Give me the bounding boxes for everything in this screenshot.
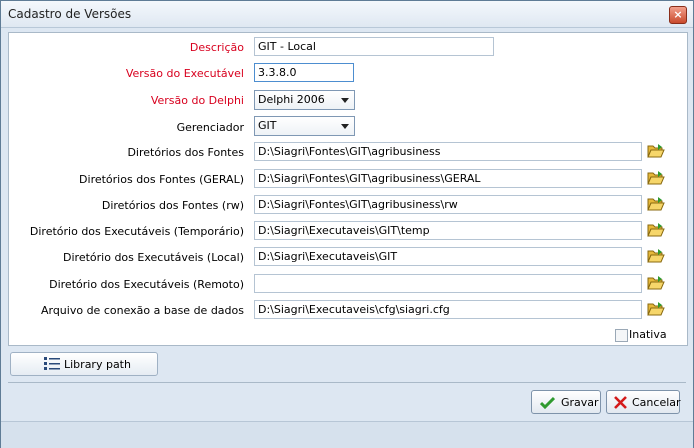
versao-delphi-select[interactable]: Delphi 2006 (254, 90, 355, 110)
arquivo-conexao-label: Arquivo de conexão a base de dados (40, 304, 244, 317)
dir-fontes-rw-label: Diretórios dos Fontes (rw) (101, 199, 244, 212)
gerenciador-value: GIT (258, 119, 277, 132)
inativa-label[interactable]: Inativa (629, 328, 667, 341)
dir-fontes-rw-input[interactable]: D:\Siagri\Fontes\GIT\agribusiness\rw (254, 195, 642, 214)
check-icon (540, 396, 555, 409)
status-bar (1, 421, 693, 448)
footer-divider (8, 382, 686, 383)
cancel-x-icon (614, 396, 627, 409)
folder-open-icon[interactable] (647, 196, 665, 212)
dir-exec-temp-input[interactable]: D:\Siagri\Executaveis\GIT\temp (254, 221, 642, 240)
versao-delphi-label: Versão do Delphi (150, 94, 244, 107)
close-icon: × (673, 8, 683, 21)
folder-open-icon[interactable] (647, 275, 665, 291)
chevron-down-icon (341, 124, 349, 129)
form-panel: Descrição GIT - Local Versão do Executáv… (8, 32, 688, 346)
title-bar[interactable]: Cadastro de Versões × (1, 1, 693, 28)
descricao-input[interactable]: GIT - Local (254, 37, 494, 56)
dir-fontes-label: Diretórios dos Fontes (127, 146, 244, 159)
inativa-checkbox[interactable] (615, 329, 628, 342)
versao-delphi-value: Delphi 2006 (258, 93, 325, 106)
dir-exec-remoto-input[interactable] (254, 274, 642, 293)
gravar-button[interactable]: Gravar (531, 390, 601, 414)
library-path-label: Library path (64, 358, 131, 371)
versao-executavel-input[interactable]: 3.3.8.0 (254, 63, 354, 82)
folder-open-icon[interactable] (647, 222, 665, 238)
folder-open-icon[interactable] (647, 301, 665, 317)
gravar-label: Gravar (561, 396, 599, 409)
cancelar-label: Cancelar (632, 396, 681, 409)
descricao-label: Descrição (189, 41, 244, 54)
dir-fontes-input[interactable]: D:\Siagri\Fontes\GIT\agribusiness (254, 142, 642, 161)
arquivo-conexao-input[interactable]: D:\Siagri\Executaveis\cfg\siagri.cfg (254, 300, 642, 319)
chevron-down-icon (341, 98, 349, 103)
gerenciador-label: Gerenciador (176, 121, 244, 134)
gerenciador-select[interactable]: GIT (254, 116, 355, 136)
window: Cadastro de Versões × Descrição GIT - Lo… (0, 0, 694, 448)
window-title: Cadastro de Versões (8, 7, 132, 21)
dir-exec-local-label: Diretório dos Executáveis (Local) (63, 251, 244, 264)
library-path-button[interactable]: Library path (10, 352, 158, 376)
cancelar-button[interactable]: Cancelar (606, 390, 681, 414)
dir-exec-local-input[interactable]: D:\Siagri\Executaveis\GIT (254, 247, 642, 266)
dir-exec-remoto-label: Diretório dos Executáveis (Remoto) (49, 278, 244, 291)
footer-bar: Gravar Cancelar (8, 384, 686, 418)
dir-fontes-geral-input[interactable]: D:\Siagri\Fontes\GIT\agribusiness\GERAL (254, 169, 642, 188)
folder-open-icon[interactable] (647, 143, 665, 159)
library-strip: Library path (8, 348, 686, 376)
dir-fontes-geral-label: Diretórios dos Fontes (GERAL) (79, 173, 244, 186)
folder-open-icon[interactable] (647, 248, 665, 264)
close-button[interactable]: × (669, 6, 687, 24)
dir-exec-temp-label: Diretório dos Executáveis (Temporário) (29, 225, 244, 238)
versao-executavel-label: Versão do Executável (125, 67, 244, 80)
list-icon (44, 357, 60, 370)
folder-open-icon[interactable] (647, 170, 665, 186)
